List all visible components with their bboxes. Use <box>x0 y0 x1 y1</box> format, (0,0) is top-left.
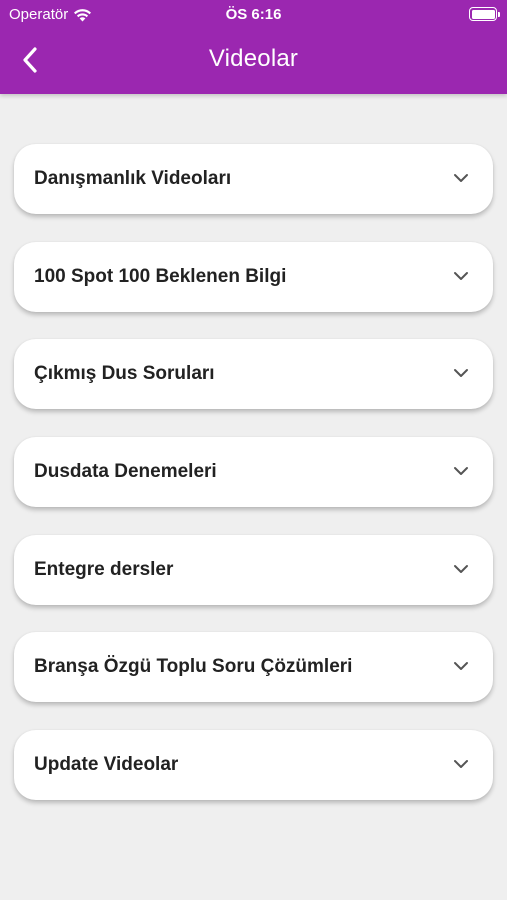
chevron-down-icon <box>454 760 468 769</box>
category-label: Update Videolar <box>34 754 179 776</box>
category-item-bransa-ozgu[interactable]: Branşa Özgü Toplu Soru Çözümleri <box>14 632 493 703</box>
category-item-100-spot[interactable]: 100 Spot 100 Beklenen Bilgi <box>14 241 493 312</box>
category-label: 100 Spot 100 Beklenen Bilgi <box>34 265 287 287</box>
status-bar: Operatör ÖS 6:16 <box>0 0 507 28</box>
category-label: Çıkmış Dus Soruları <box>34 363 215 385</box>
chevron-down-icon <box>454 662 468 671</box>
chevron-down-icon <box>454 467 468 476</box>
category-label: Danışmanlık Videoları <box>34 168 232 189</box>
category-item-danismanlik-videolari[interactable]: Danışmanlık Videoları <box>14 144 493 214</box>
category-label: Dusdata Denemeleri <box>34 461 217 483</box>
category-item-dusdata-denemeleri[interactable]: Dusdata Denemeleri <box>14 437 493 508</box>
app-header: Operatör ÖS 6:16 Videolar <box>0 0 507 94</box>
chevron-down-icon <box>454 174 468 182</box>
page-title: Videolar <box>208 45 299 72</box>
category-label: Entegre dersler <box>34 558 174 580</box>
chevron-down-icon <box>454 564 468 573</box>
category-list: Danışmanlık Videoları 100 Spot 100 Bekle… <box>14 144 493 828</box>
nav-bar: Videolar <box>0 28 507 94</box>
category-label: Branşa Özgü Toplu Soru Çözümleri <box>34 656 353 678</box>
chevron-down-icon <box>454 369 468 378</box>
chevron-down-icon <box>454 271 468 280</box>
status-time: ÖS 6:16 <box>225 6 282 23</box>
category-item-update-videolar[interactable]: Update Videolar <box>14 730 493 801</box>
battery-icon <box>469 7 500 21</box>
category-item-cikmis-dus-sorulari[interactable]: Çıkmış Dus Soruları <box>14 339 493 410</box>
category-item-entegre-dersler[interactable]: Entegre dersler <box>14 534 493 605</box>
